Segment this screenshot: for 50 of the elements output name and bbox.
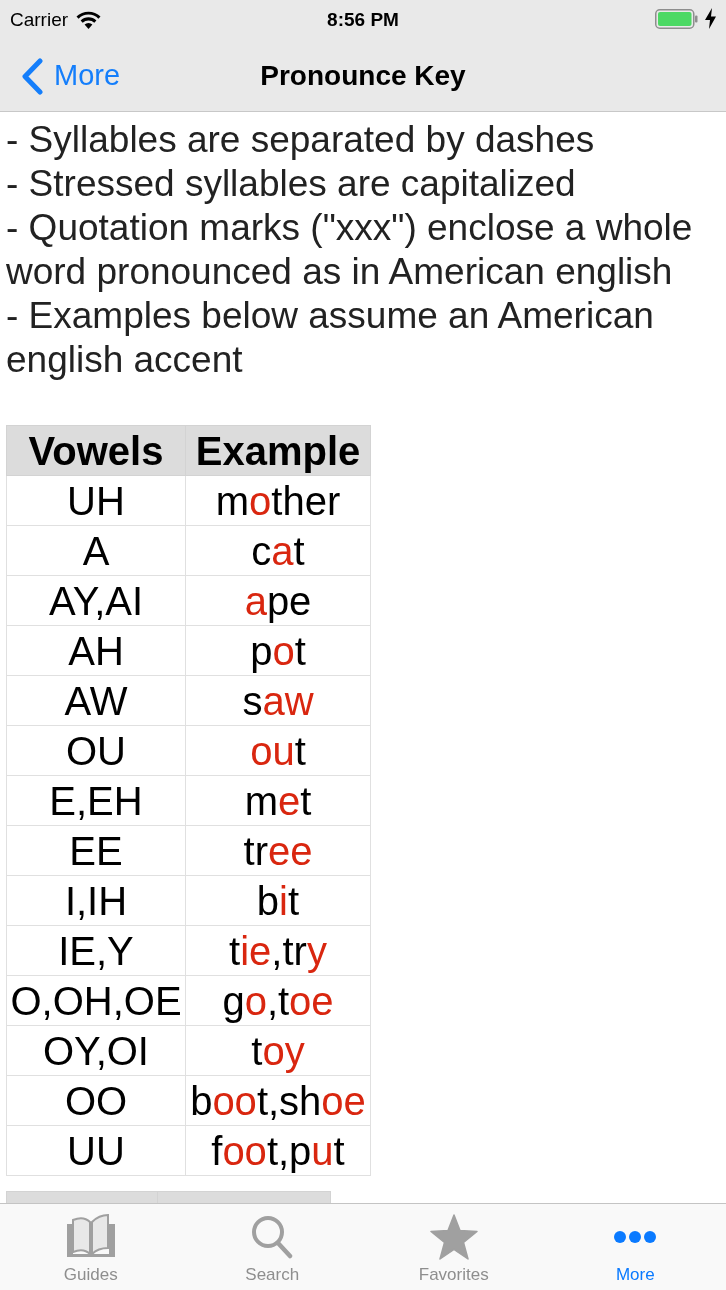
vowel-cell: A bbox=[6, 525, 186, 576]
screen-title: Pronounce Key bbox=[260, 59, 466, 93]
note-text: - Quotation marks ("xxx") enclose a whole word pronounced as in American english bbox=[6, 206, 694, 294]
battery-icon bbox=[655, 9, 698, 29]
vowel-cell: AH bbox=[6, 625, 186, 676]
back-button[interactable]: More bbox=[20, 54, 121, 98]
chevron-left-icon bbox=[20, 57, 44, 95]
vowel-cell: UU bbox=[6, 1125, 186, 1176]
vowel-cell: OY,OI bbox=[6, 1025, 186, 1076]
example-cell: go,toe bbox=[185, 975, 371, 1026]
column-header: Example bbox=[185, 425, 371, 476]
charging-bolt-icon bbox=[705, 8, 716, 29]
note-text: - Stressed syllables are capitalized bbox=[6, 162, 577, 206]
example-cell: met bbox=[185, 775, 371, 826]
vowel-cell: I,IH bbox=[6, 875, 186, 926]
vowel-cell: EE bbox=[6, 825, 186, 876]
status-time: 8:56 PM bbox=[327, 7, 399, 32]
example-cell: bit bbox=[185, 875, 371, 926]
example-cell: foot,put bbox=[185, 1125, 371, 1176]
example-cell: toy bbox=[185, 1025, 371, 1076]
example-cell: boot,shoe bbox=[185, 1075, 371, 1126]
vowel-cell: E,EH bbox=[6, 775, 186, 826]
tab-bar-item[interactable]: More bbox=[544, 1204, 726, 1290]
carrier-name: Carrier bbox=[10, 7, 69, 32]
column-header: Vowels bbox=[6, 425, 186, 476]
example-cell: saw bbox=[185, 675, 371, 726]
example-cell: tie,try bbox=[185, 925, 371, 976]
search-icon bbox=[251, 1215, 294, 1259]
example-cell: out bbox=[185, 725, 371, 776]
tab-bar-item[interactable]: Guides bbox=[0, 1204, 182, 1290]
vowel-cell: AW bbox=[6, 675, 186, 726]
tab-bar-item[interactable]: Search bbox=[181, 1204, 363, 1290]
vowel-cell: UH bbox=[6, 475, 186, 526]
vowel-cell: OO bbox=[6, 1075, 186, 1126]
note-text: - Syllables are separated by dashes bbox=[6, 118, 596, 162]
vowel-cell: IE,Y bbox=[6, 925, 186, 976]
open-book-icon bbox=[64, 1214, 117, 1260]
vowel-cell: O,OH,OE bbox=[6, 975, 186, 1026]
example-cell: cat bbox=[185, 525, 371, 576]
example-cell: ape bbox=[185, 575, 371, 626]
example-cell: pot bbox=[185, 625, 371, 676]
tab-bar-item[interactable]: Favorites bbox=[363, 1204, 545, 1290]
note-text: - Examples below assume an American english accent bbox=[6, 294, 655, 382]
example-cell: tree bbox=[185, 825, 371, 876]
wifi-icon bbox=[76, 11, 102, 29]
more-icon bbox=[614, 1231, 657, 1243]
star-icon bbox=[429, 1214, 478, 1260]
vowel-cell: AY,AI bbox=[6, 575, 186, 626]
vowel-cell: OU bbox=[6, 725, 186, 776]
example-cell: mother bbox=[185, 475, 371, 526]
